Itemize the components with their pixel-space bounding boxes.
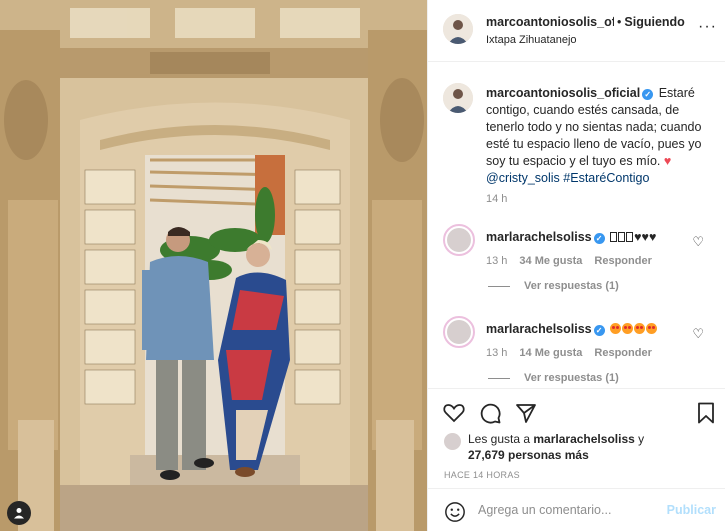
comment-meta: 13 h 14 Me gusta Responder <box>486 347 652 359</box>
comment-text: marlarachelsoliss ✓ ♥♥♥ <box>486 230 656 244</box>
heart-eyes-emoji-icon <box>646 323 658 334</box>
emoji-icon[interactable] <box>444 501 466 523</box>
hashtag-link[interactable]: #EstaréContigo <box>563 171 649 185</box>
liker-photo <box>444 433 461 450</box>
commenter-username-link[interactable]: marlarachelsoliss <box>486 322 592 336</box>
user-tag-button[interactable] <box>7 501 31 525</box>
post-side-panel: marcoantoniosolis_ofi• Siguiendo Ixtapa Z… <box>427 0 725 531</box>
liked-by-user-link[interactable]: marlarachelsoliss <box>533 432 634 446</box>
liked-by-others-link[interactable]: 27,679 personas más <box>468 448 589 462</box>
view-replies-button[interactable]: Ver respuestas (1) <box>488 372 619 384</box>
commenter-photo <box>447 228 471 252</box>
post-header: marcoantoniosolis_ofi• Siguiendo Ixtapa Z… <box>428 0 725 62</box>
comment-icon[interactable] <box>478 401 502 425</box>
verified-badge-icon: ✓ <box>593 233 605 244</box>
comment-item: marlarachelsoliss ✓ ♥♥♥ ♡ 13 h 34 Me gusta… <box>428 224 725 314</box>
caption-author-photo <box>443 83 473 113</box>
more-horizontal-icon[interactable]: ··· <box>698 19 717 35</box>
liked-by-summary: Les gusta a marlarachelsoliss y 27,679 p… <box>444 431 708 463</box>
author-photo <box>443 14 473 44</box>
replies-divider <box>488 377 510 379</box>
unrendered-glyph-icon <box>610 232 618 242</box>
mention-link[interactable]: @cristy_solis <box>486 171 560 185</box>
replies-divider <box>488 285 510 287</box>
comment-text: marlarachelsoliss ✓ <box>486 322 658 336</box>
author-avatar[interactable] <box>443 14 473 44</box>
person-icon <box>14 508 24 519</box>
author-username-link[interactable]: marcoantoniosolis_ofi <box>486 15 614 29</box>
heart-eyes-emoji-icon <box>610 323 622 334</box>
caption-avatar[interactable] <box>443 83 473 113</box>
header-user-line: marcoantoniosolis_ofi• Siguiendo <box>486 15 685 29</box>
bookmark-icon[interactable] <box>694 401 718 425</box>
commenter-photo <box>447 320 471 344</box>
reply-button[interactable]: Responder <box>594 255 651 267</box>
liker-avatar[interactable] <box>444 433 461 450</box>
publish-button[interactable]: Publicar <box>667 503 716 517</box>
post-image <box>0 0 427 531</box>
unrendered-glyph-icon <box>626 232 634 242</box>
following-button[interactable]: Siguiendo <box>624 15 684 29</box>
verified-badge-icon: ✓ <box>593 325 605 336</box>
comment-likes-link[interactable]: 14 Me gusta <box>519 347 582 359</box>
red-heart-icon: ♥ <box>663 154 672 168</box>
comment-item: marlarachelsoliss ✓ ♡ 13 h 14 Me gusta Resp… <box>428 316 725 388</box>
comment-time: 13 h <box>486 347 508 359</box>
comments-list[interactable]: marcoantoniosolis_oficial ✓ Estaré contig… <box>428 63 725 388</box>
comment-time: 13 h <box>486 255 508 267</box>
comment-hearts: ♥♥♥ <box>634 230 657 244</box>
view-replies-label: Ver respuestas (1) <box>524 372 619 384</box>
unrendered-glyph-icon <box>618 232 626 242</box>
comment-composer: Publicar <box>428 488 725 531</box>
share-icon[interactable] <box>514 401 538 425</box>
view-replies-button[interactable]: Ver respuestas (1) <box>488 280 619 292</box>
reply-button[interactable]: Responder <box>594 347 651 359</box>
header-separator: • <box>617 15 622 29</box>
heart-eyes-emoji-icon <box>622 323 634 334</box>
comment-meta: 13 h 34 Me gusta Responder <box>486 255 652 267</box>
heart-eyes-emoji-icon <box>634 323 646 334</box>
like-comment-heart-icon[interactable]: ♡ <box>692 234 704 250</box>
commenter-avatar[interactable] <box>443 224 475 256</box>
post-photo[interactable] <box>0 0 427 531</box>
liked-by-conj: y <box>638 432 645 446</box>
post-actions: Les gusta a marlarachelsoliss y 27,679 p… <box>428 388 725 488</box>
verified-badge-icon: ✓ <box>642 89 654 100</box>
like-heart-icon[interactable] <box>442 401 466 425</box>
post-timestamp[interactable]: HACE 14 HORAS <box>444 470 520 480</box>
like-comment-heart-icon[interactable]: ♡ <box>692 326 704 342</box>
liked-by-prefix: Les gusta a <box>468 432 531 446</box>
location-link[interactable]: Ixtapa Zihuatanejo <box>486 34 577 46</box>
caption-text: marcoantoniosolis_oficial ✓ Estaré contig… <box>486 85 712 187</box>
comment-likes-link[interactable]: 34 Me gusta <box>519 255 582 267</box>
view-replies-label: Ver respuestas (1) <box>524 280 619 292</box>
commenter-avatar[interactable] <box>443 316 475 348</box>
caption-username-link[interactable]: marcoantoniosolis_oficial <box>486 86 640 100</box>
comment-input[interactable] <box>478 497 668 523</box>
caption-time: 14 h <box>486 193 508 205</box>
commenter-username-link[interactable]: marlarachelsoliss <box>486 230 592 244</box>
